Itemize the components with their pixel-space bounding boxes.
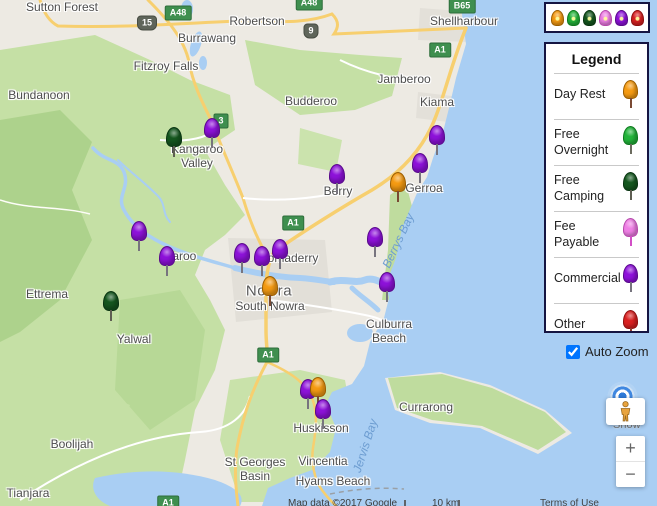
map-marker-commercial[interactable] (429, 125, 445, 145)
filter-toggle-other-icon[interactable] (631, 10, 644, 26)
legend-marker-commercial-icon (623, 264, 638, 283)
legend-marker-fee-payable-icon (623, 218, 638, 237)
map-label: Jamberoo (377, 73, 430, 87)
legend-row-label: Free Camping (554, 166, 623, 204)
map-marker-commercial[interactable] (329, 164, 345, 184)
road-shield: A1 (429, 43, 451, 58)
filter-toggle-day-rest-icon[interactable] (551, 10, 564, 26)
legend-row-label: Other (554, 304, 623, 333)
filter-toggle-free-overnight-icon[interactable] (567, 10, 580, 26)
road-shield: 9 (303, 24, 318, 39)
map-marker-free-camping[interactable] (166, 127, 182, 147)
filter-toggle-free-camping-icon[interactable] (583, 10, 596, 26)
map-label: St Georges Basin (225, 456, 286, 484)
filter-toggle-fee-payable-icon[interactable] (599, 10, 612, 26)
map-marker-commercial[interactable] (379, 272, 395, 292)
map-marker-commercial[interactable] (159, 246, 175, 266)
legend-marker-free-camping-icon (623, 172, 638, 191)
map-label: Burrawang (178, 32, 236, 46)
legend-marker-day-rest-icon (623, 80, 638, 99)
map-label: Huskisson (293, 422, 348, 436)
auto-zoom-control[interactable]: Auto Zoom (566, 344, 649, 359)
road-shield: A48 (165, 6, 192, 21)
legend-row-day-rest: Day Rest (554, 73, 639, 119)
map-label: Budderoo (285, 95, 337, 109)
map-label: Kangaroo Valley (171, 143, 223, 171)
map-marker-commercial[interactable] (367, 227, 383, 247)
legend-row-free-overnight: Free Overnight (554, 119, 639, 165)
legend-row-label: Commercial (554, 258, 623, 287)
map-marker-commercial[interactable] (412, 153, 428, 173)
map-label: Bundanoon (8, 89, 69, 103)
map-marker-commercial[interactable] (131, 221, 147, 241)
category-filter-bar (544, 2, 650, 33)
map-label: Culburra Beach (366, 318, 412, 346)
road-shield: A1 (282, 216, 304, 231)
legend-row-label: Day Rest (554, 74, 623, 103)
legend-row-label: Fee Payable (554, 212, 623, 250)
zoom-in-button[interactable]: + (616, 436, 645, 461)
road-shield: A48 (296, 0, 323, 11)
map-marker-day-rest[interactable] (310, 377, 326, 397)
map-label: Shellharbour (430, 15, 498, 29)
scale-bar (404, 500, 460, 506)
map-marker-free-camping[interactable] (103, 291, 119, 311)
map-marker-day-rest[interactable] (390, 172, 406, 192)
map-label: Currarong (399, 401, 453, 415)
legend-row-other: Other (554, 303, 639, 333)
map-marker-commercial[interactable] (234, 243, 250, 263)
map-label: Fitzroy Falls (134, 60, 199, 74)
road-shield: 15 (137, 16, 157, 31)
map-label: Berry (324, 185, 353, 199)
legend-row-free-camping: Free Camping (554, 165, 639, 211)
pegman-icon (619, 401, 632, 422)
terms-of-use-link[interactable]: Terms of Use (540, 498, 599, 506)
map-attribution: Map data ©2017 Google 10 km Terms of Use (0, 498, 657, 506)
map-label: Vincentia (298, 455, 347, 469)
street-view-pegman-button[interactable] (606, 398, 645, 425)
legend-row-fee-payable: Fee Payable (554, 211, 639, 257)
legend-panel: Legend Day Rest Free Overnight Free Campin… (544, 42, 649, 333)
zoom-control: + − (616, 436, 645, 487)
map-data-credit: Map data ©2017 Google (288, 498, 397, 506)
auto-zoom-checkbox[interactable] (566, 345, 580, 359)
map-marker-commercial[interactable] (254, 246, 270, 266)
road-shield: A1 (257, 348, 279, 363)
legend-title: Legend (554, 44, 639, 73)
map-label: Kiama (420, 96, 454, 110)
map-label: Yalwal (117, 333, 151, 347)
auto-zoom-label: Auto Zoom (585, 344, 649, 359)
map-label: Boolijah (51, 438, 94, 452)
legend-row-label: Free Overnight (554, 120, 623, 158)
zoom-out-button[interactable]: − (616, 461, 645, 487)
map-label: Robertson (229, 15, 284, 29)
map-label: Sutton Forest (26, 1, 98, 15)
filter-toggle-commercial-icon[interactable] (615, 10, 628, 26)
legend-row-commercial: Commercial (554, 257, 639, 303)
map-canvas[interactable]: Sutton Forest Robertson Burrawang Fitzroy F… (0, 0, 657, 506)
map-marker-commercial[interactable] (315, 399, 331, 419)
map-label: Hyams Beach (296, 475, 371, 489)
map-marker-commercial[interactable] (272, 239, 288, 259)
road-shield: B65 (449, 0, 476, 14)
legend-marker-free-overnight-icon (623, 126, 638, 145)
map-marker-day-rest[interactable] (262, 276, 278, 296)
map-marker-commercial[interactable] (204, 118, 220, 138)
map-label: Ettrema (26, 288, 68, 302)
map-label: Gerroa (405, 182, 442, 196)
legend-marker-other-icon (623, 310, 638, 329)
